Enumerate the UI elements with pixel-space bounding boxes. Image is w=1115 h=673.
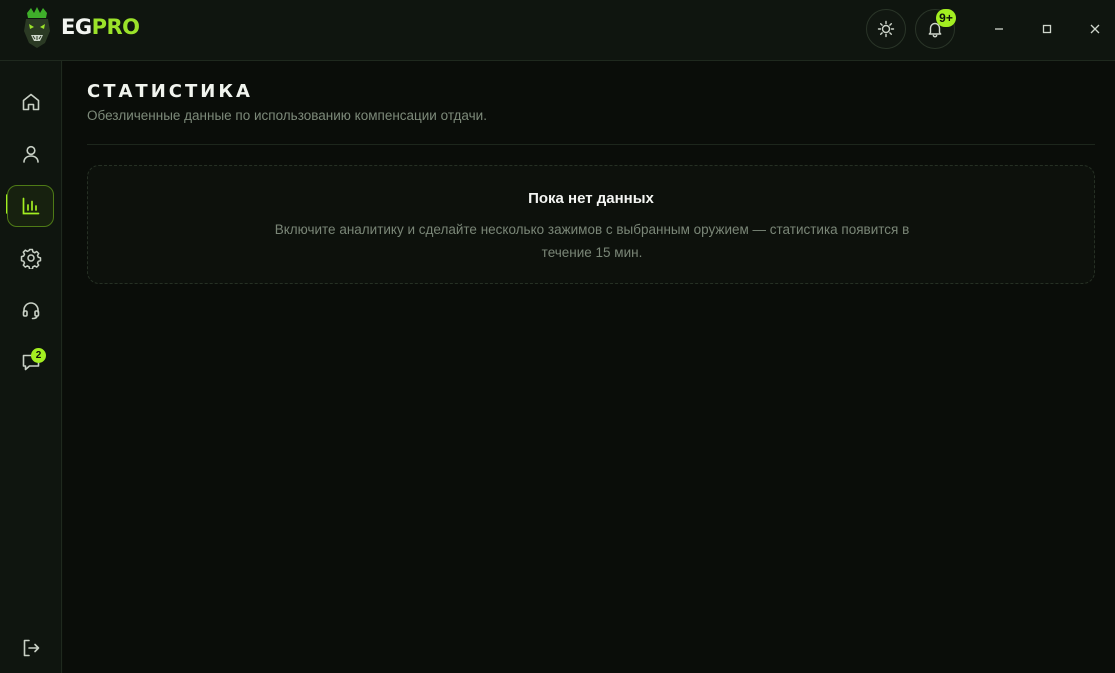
sun-icon [877,20,895,38]
home-icon [20,91,42,113]
sidebar-item-support[interactable] [7,289,54,331]
maximize-button[interactable] [1034,16,1060,42]
brand-eg: EG [61,15,92,39]
page-title: СТАТИСТИКА [87,81,253,102]
title-bar: EGPRO 9+ [0,0,1115,61]
maximize-icon [1041,23,1053,35]
logout-button[interactable] [7,627,54,669]
page-subtitle: Обезличенные данные по использованию ком… [87,108,487,123]
sidebar-item-profile[interactable] [7,133,54,175]
empty-state-text: Включите аналитику и сделайте несколько … [274,222,910,260]
theme-toggle-button[interactable] [866,9,906,49]
sidebar-item-home[interactable] [7,81,54,123]
sidebar-item-settings[interactable] [7,237,54,279]
logout-icon [20,637,42,659]
empty-state-card: Пока нет данных Включите аналитику и сде… [87,165,1095,284]
chat-badge: 2 [31,348,46,363]
gear-icon [20,247,42,269]
brand-pro: PRO [91,15,140,39]
sidebar-item-chat[interactable] [7,341,54,383]
sidebar [0,61,62,673]
close-icon [1089,23,1101,35]
user-icon [20,143,42,165]
app-logo-text: EGPRO [61,15,140,39]
notifications-badge: 9+ [936,9,956,27]
empty-state-title: Пока нет данных [528,190,654,207]
minimize-button[interactable] [986,16,1012,42]
divider [87,144,1095,145]
logo-icon [21,7,53,49]
minimize-icon [993,23,1005,35]
sidebar-item-statistics[interactable] [7,185,54,227]
close-button[interactable] [1082,16,1108,42]
bar-chart-icon [20,195,42,217]
main-content: СТАТИСТИКА Обезличенные данные по исполь… [63,61,1115,673]
headset-icon [20,299,42,321]
